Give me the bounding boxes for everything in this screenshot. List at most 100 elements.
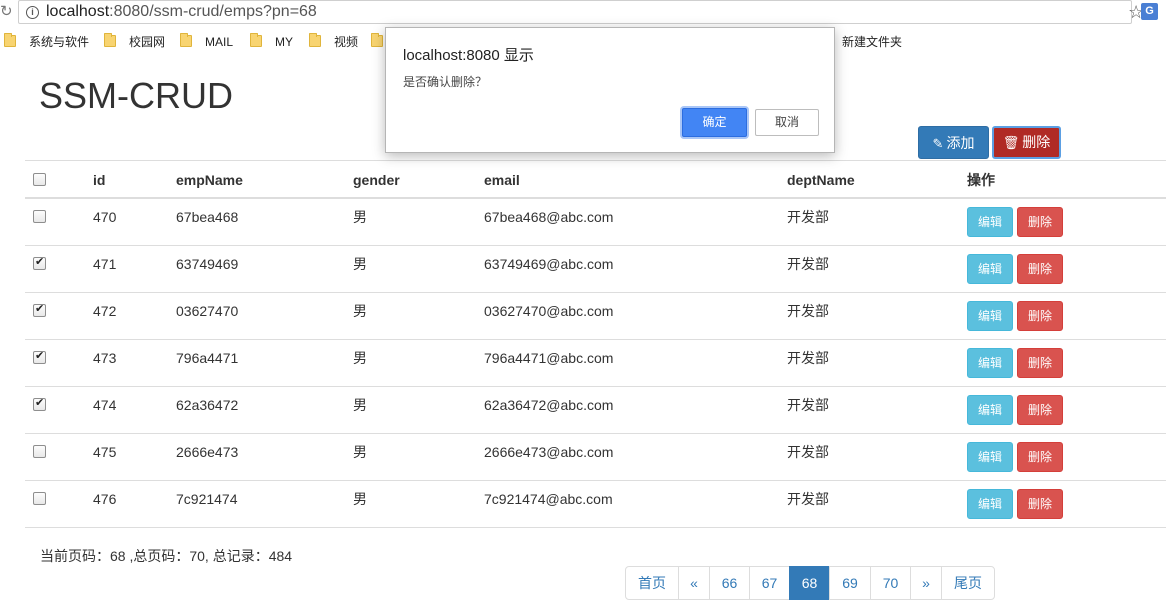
dialog-ok-button[interactable]: 确定 [682, 108, 747, 137]
bookmark-item[interactable]: 系统与软件 [29, 34, 89, 50]
translate-extension-icon[interactable]: G [1141, 3, 1158, 20]
info-icon[interactable]: i [26, 6, 39, 19]
header-empname: empName [176, 172, 243, 188]
row-divider [25, 527, 1166, 528]
bookmark-item[interactable]: 新建文件夹 [842, 34, 902, 50]
page-last[interactable]: 尾页 [941, 566, 995, 600]
cell-gender: 男 [353, 444, 367, 460]
cell-empname: 67bea468 [176, 209, 239, 225]
url-field[interactable]: i localhost:8080/ssm-crud/emps?pn=68 ☆ [18, 0, 1144, 24]
edit-button[interactable]: 编辑 [967, 348, 1013, 378]
bookmark-item[interactable]: 校园网 [129, 34, 165, 50]
cell-deptname: 开发部 [787, 256, 829, 272]
cell-gender: 男 [353, 350, 367, 366]
cell-email: 67bea468@abc.com [484, 209, 614, 225]
edit-button[interactable]: 编辑 [967, 254, 1013, 284]
cell-empname: 03627470 [176, 303, 239, 319]
edit-button[interactable]: 编辑 [967, 442, 1013, 472]
edit-button[interactable]: 编辑 [967, 301, 1013, 331]
delete-button[interactable]: 删除 [1017, 301, 1063, 331]
bookmark-item[interactable]: MY [275, 34, 293, 50]
delete-button[interactable]: 删除 [1017, 254, 1063, 284]
row-checkbox[interactable] [33, 210, 46, 223]
row-checkbox[interactable] [33, 396, 46, 411]
header-id: id [93, 172, 106, 188]
folder-icon [250, 33, 262, 47]
cell-id: 474 [93, 397, 117, 413]
delete-button[interactable]: 删除 [1017, 395, 1063, 425]
row-checkbox[interactable] [33, 255, 46, 270]
cell-deptname: 开发部 [787, 303, 829, 319]
row-divider [25, 433, 1166, 434]
row-checkbox[interactable] [33, 445, 46, 458]
cell-id: 473 [93, 350, 117, 366]
edit-button[interactable]: 编辑 [967, 489, 1013, 519]
folder-icon [309, 33, 321, 47]
page-link[interactable]: 69 [829, 566, 871, 600]
cell-id: 471 [93, 256, 117, 272]
delete-button[interactable]: 删除 [1017, 442, 1063, 472]
page-title: SSM-CRUD [39, 75, 233, 116]
header-actions: 操作 [967, 172, 995, 188]
row-checkbox[interactable] [33, 302, 46, 317]
cell-email: 03627470@abc.com [484, 303, 614, 319]
page-next[interactable]: » [910, 566, 942, 600]
delete-all-button-label: 删除 [1022, 134, 1051, 150]
header-email: email [484, 172, 520, 188]
select-all-checkbox[interactable] [33, 173, 46, 186]
delete-button[interactable]: 删除 [1017, 489, 1063, 519]
trash-icon: 🗑 [1002, 135, 1020, 150]
add-button[interactable]: ✎ 添加 [918, 126, 989, 159]
header-gender: gender [353, 172, 400, 188]
cell-email: 796a4471@abc.com [484, 350, 614, 366]
cell-gender: 男 [353, 303, 367, 319]
dialog-title: localhost:8080 显示 [403, 47, 534, 64]
cell-deptname: 开发部 [787, 491, 829, 507]
page-link[interactable]: 67 [749, 566, 790, 600]
row-divider [25, 292, 1166, 293]
cell-id: 470 [93, 209, 117, 225]
cell-email: 7c921474@abc.com [484, 491, 613, 507]
folder-icon [104, 33, 116, 47]
dialog-message: 是否确认删除？ [403, 75, 488, 89]
edit-button[interactable]: 编辑 [967, 207, 1013, 237]
add-button-label: 添加 [946, 135, 975, 151]
cell-id: 475 [93, 444, 117, 460]
cell-empname: 2666e473 [176, 444, 239, 460]
bookmark-item[interactable]: 视频 [334, 34, 358, 50]
folder-icon [371, 33, 383, 47]
page-link[interactable]: 70 [870, 566, 911, 600]
delete-button[interactable]: 删除 [1017, 348, 1063, 378]
delete-button[interactable]: 删除 [1017, 207, 1063, 237]
cell-empname: 62a36472 [176, 397, 239, 413]
cell-email: 2666e473@abc.com [484, 444, 614, 460]
table-top-border [25, 160, 1166, 161]
folder-icon [4, 33, 16, 47]
folder-icon [180, 33, 192, 47]
cell-gender: 男 [353, 397, 367, 413]
confirm-dialog: localhost:8080 显示 是否确认删除？ 确定 取消 [385, 27, 835, 153]
cell-email: 63749469@abc.com [484, 256, 614, 272]
row-divider [25, 480, 1166, 481]
cell-empname: 796a4471 [176, 350, 239, 366]
bookmark-item[interactable]: MAIL [205, 34, 233, 50]
page-link[interactable]: 66 [709, 566, 750, 600]
cell-empname: 7c921474 [176, 491, 238, 507]
cell-deptname: 开发部 [787, 397, 829, 413]
row-checkbox[interactable] [33, 492, 46, 505]
dialog-cancel-button[interactable]: 取消 [755, 109, 819, 136]
page-first[interactable]: 首页 [625, 566, 679, 600]
row-checkbox[interactable] [33, 349, 46, 364]
delete-all-button[interactable]: 🗑 删除 [992, 126, 1061, 159]
url-text[interactable]: localhost:8080/ssm-crud/emps?pn=68 [46, 3, 317, 21]
reload-icon[interactable]: ↻ [0, 3, 13, 21]
row-divider [25, 386, 1166, 387]
cell-gender: 男 [353, 491, 367, 507]
cell-gender: 男 [353, 209, 367, 225]
edit-button[interactable]: 编辑 [967, 395, 1013, 425]
row-divider [25, 245, 1166, 246]
cell-deptname: 开发部 [787, 209, 829, 225]
table-header-border [25, 197, 1166, 199]
page-current[interactable]: 68 [789, 566, 830, 600]
page-prev[interactable]: « [678, 566, 710, 600]
